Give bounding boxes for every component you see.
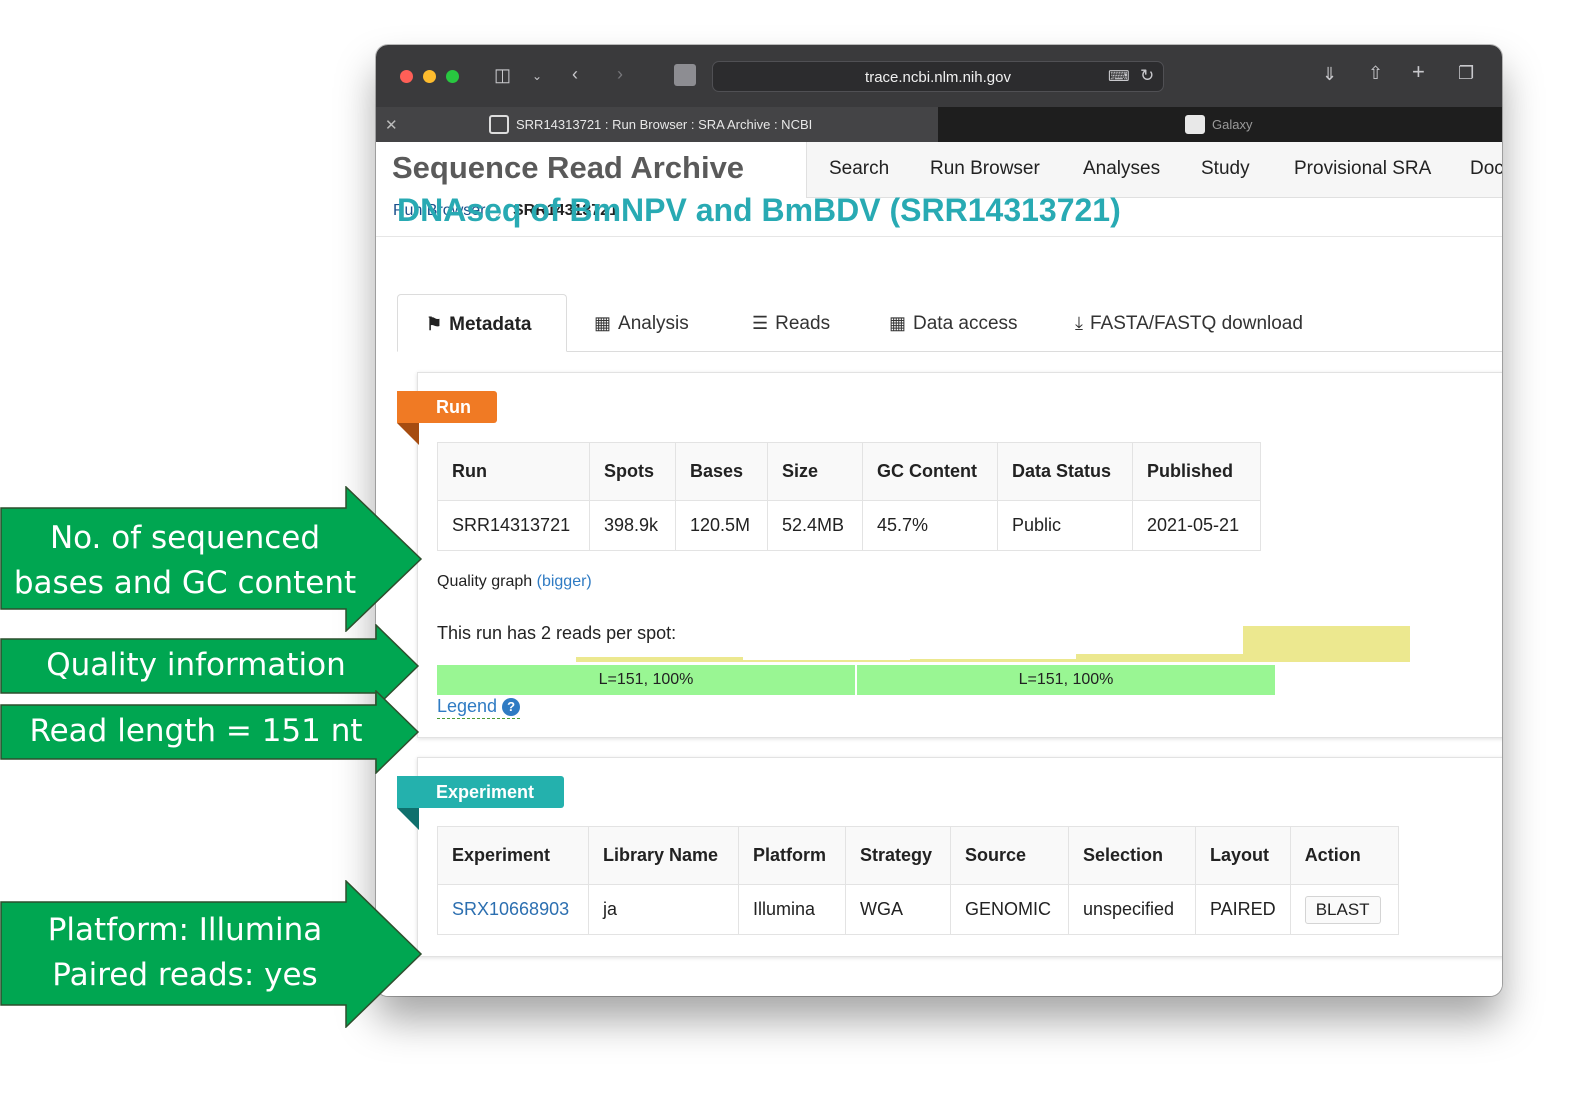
tab-overview-icon[interactable]: ❐	[1458, 63, 1474, 83]
table-cell: PAIRED	[1195, 884, 1291, 935]
download-icon: ⤓	[1075, 313, 1083, 333]
column-header: Library Name	[588, 826, 739, 885]
table-cell: BLAST	[1289, 884, 1399, 935]
table-cell: unspecified	[1068, 884, 1196, 935]
table-cell: GENOMIC	[950, 884, 1069, 935]
quality-bar	[576, 657, 744, 662]
column-header: Size	[767, 442, 863, 501]
experiment-link[interactable]: SRX10668903	[437, 884, 589, 935]
table-cell: 2021-05-21	[1132, 500, 1261, 551]
tags-icon: ⚑	[426, 314, 443, 334]
callout-read-length: Read length = 151 nt	[0, 690, 420, 774]
table-header-row: Experiment Library Name Platform Strateg…	[437, 826, 1399, 885]
quality-bar	[742, 660, 911, 662]
page-title: DNAseq of BmNPV and BmBDV (SRR14313721)	[397, 192, 1121, 228]
tab-sra[interactable]: ✕ SRR14313721 : Run Browser : SRA Archiv…	[376, 107, 938, 142]
callout-bases-gc: No. of sequenced bases and GC content	[0, 486, 423, 632]
column-header: Experiment	[437, 826, 589, 885]
minimize-window-button[interactable]	[423, 70, 436, 83]
new-tab-icon[interactable]: +	[1412, 61, 1425, 83]
column-header: Selection	[1068, 826, 1196, 885]
divider	[376, 236, 1502, 237]
table-cell: Illumina	[738, 884, 846, 935]
back-icon[interactable]: ‹	[572, 64, 578, 84]
table-row: SRX10668903 ja Illumina WGA GENOMIC unsp…	[437, 884, 1399, 935]
column-header: Layout	[1195, 826, 1291, 885]
quality-bar	[1243, 626, 1411, 662]
read-bar: L=151, 100%	[437, 665, 855, 695]
galaxy-favicon-icon	[1185, 115, 1205, 134]
column-header: Data Status	[997, 442, 1133, 501]
experiment-ribbon: Experiment	[397, 776, 564, 808]
read-bar: L=151, 100%	[857, 665, 1275, 695]
tab-metadata[interactable]: ⚑ Metadata	[397, 294, 567, 352]
table-row: SRR14313721 398.9k 120.5M 52.4MB 45.7% P…	[437, 500, 1261, 551]
column-header: Run	[437, 442, 590, 501]
table-cell: 398.9k	[589, 500, 676, 551]
table-header-row: Run Spots Bases Size GC Content Data Sta…	[437, 442, 1261, 501]
column-header: Spots	[589, 442, 676, 501]
sitemap-icon: ▦	[594, 313, 612, 333]
tab-title: SRR14313721 : Run Browser : SRA Archive …	[516, 117, 813, 132]
reload-icon[interactable]: ↻	[1140, 66, 1154, 86]
table-cell: 52.4MB	[767, 500, 863, 551]
nav-analyses[interactable]: Analyses	[1083, 158, 1160, 180]
table-cell: Public	[997, 500, 1133, 551]
table-cell: WGA	[845, 884, 951, 935]
zoom-window-button[interactable]	[446, 70, 459, 83]
quality-bigger-link[interactable]: (bigger)	[537, 573, 592, 590]
blast-button[interactable]: BLAST	[1304, 895, 1381, 924]
annotated-screenshot: ◫ ⌄ ‹ › ▤ trace.ncbi.nlm.nih.gov ⌨ ↻ ⇓ ⇧…	[0, 0, 1588, 1098]
forward-icon[interactable]: ›	[617, 64, 623, 84]
tab-bar: ✕ SRR14313721 : Run Browser : SRA Archiv…	[376, 107, 1502, 142]
legend-link[interactable]: Legend?	[437, 696, 521, 719]
nav-study[interactable]: Study	[1201, 158, 1250, 180]
ribbon-fold	[397, 423, 419, 445]
column-header: Published	[1132, 442, 1261, 501]
reads-per-spot-text: This run has 2 reads per spot:	[437, 623, 677, 643]
quality-graph-label: Quality graph (bigger)	[437, 573, 592, 590]
close-window-button[interactable]	[400, 70, 413, 83]
callout-platform-paired: Platform: Illumina Paired reads: yes	[0, 880, 423, 1028]
tabs-divider	[566, 351, 1502, 352]
table-cell: 45.7%	[862, 500, 998, 551]
nav-run-browser[interactable]: Run Browser	[930, 158, 1040, 180]
database-icon: ▦	[889, 313, 907, 333]
help-icon: ?	[502, 698, 521, 716]
quality-bar	[1076, 654, 1244, 662]
nav-provisional-sra[interactable]: Provisional SRA	[1294, 158, 1431, 180]
column-header: Action	[1289, 826, 1399, 885]
site-nav: Search Run Browser Analyses Study Provis…	[806, 142, 1502, 198]
close-icon[interactable]: ✕	[385, 116, 398, 134]
column-header: GC Content	[862, 442, 998, 501]
downloads-icon[interactable]: ⇓	[1322, 64, 1337, 84]
column-header: Source	[950, 826, 1069, 885]
column-header: Platform	[738, 826, 846, 885]
extension-icon[interactable]	[674, 64, 696, 86]
url-text: trace.ncbi.nlm.nih.gov	[865, 69, 1011, 86]
browser-toolbar: ◫ ⌄ ‹ › ▤ trace.ncbi.nlm.nih.gov ⌨ ↻ ⇓ ⇧…	[376, 45, 1502, 107]
ribbon-fold	[397, 808, 419, 830]
ncbi-favicon-icon	[489, 115, 509, 134]
experiment-table: Experiment Library Name Platform Strateg…	[437, 826, 1399, 935]
quality-bar	[909, 659, 1077, 662]
list-icon: ☰	[752, 313, 769, 333]
column-header: Bases	[675, 442, 768, 501]
column-header: Strategy	[845, 826, 951, 885]
sidebar-icon[interactable]: ◫	[494, 65, 511, 85]
chevron-down-icon[interactable]: ⌄	[532, 66, 542, 86]
site-title[interactable]: Sequence Read Archive	[392, 150, 744, 186]
share-icon[interactable]: ⇧	[1368, 63, 1383, 83]
address-bar[interactable]: trace.ncbi.nlm.nih.gov ⌨ ↻	[712, 61, 1164, 92]
table-cell: 120.5M	[675, 500, 768, 551]
nav-search[interactable]: Search	[829, 158, 889, 180]
table-cell: SRR14313721	[437, 500, 590, 551]
browser-window: ◫ ⌄ ‹ › ▤ trace.ncbi.nlm.nih.gov ⌨ ↻ ⇓ ⇧…	[376, 45, 1502, 996]
tab-galaxy[interactable]: Galaxy	[1212, 117, 1252, 132]
nav-docs[interactable]: Doc	[1470, 158, 1502, 180]
translate-icon[interactable]: ⌨	[1108, 67, 1130, 87]
run-ribbon: Run	[397, 391, 497, 423]
table-cell: ja	[588, 884, 739, 935]
run-table: Run Spots Bases Size GC Content Data Sta…	[437, 442, 1261, 551]
